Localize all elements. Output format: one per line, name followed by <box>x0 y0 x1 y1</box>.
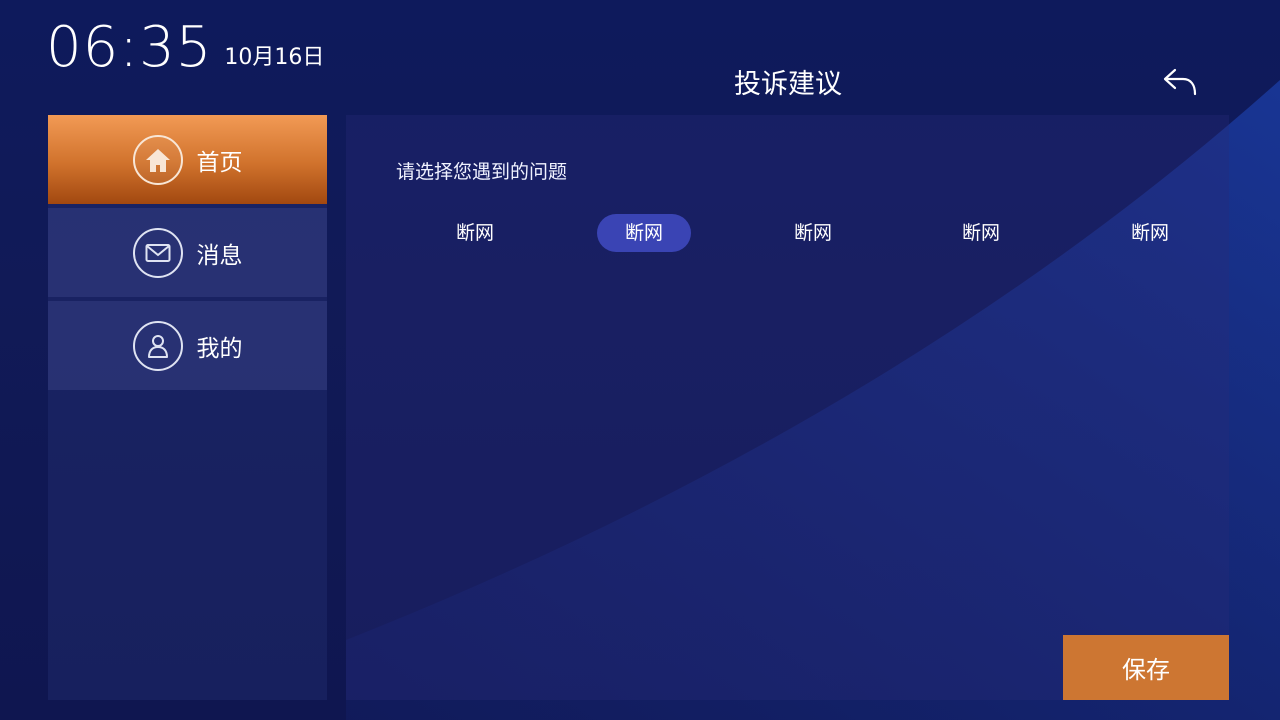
option-list: 断网 断网 断网 断网 断网 <box>346 214 1229 252</box>
option-item-selected[interactable]: 断网 <box>597 214 691 252</box>
sidebar-item-label: 首页 <box>196 149 243 176</box>
sidebar-item-mine[interactable]: 我的 <box>48 301 327 390</box>
clock: 06:35 10月16日 <box>46 16 324 80</box>
option-item[interactable]: 断网 <box>1103 214 1197 252</box>
clock-date: 10月16日 <box>224 45 325 70</box>
main-panel: 请选择您遇到的问题 断网 断网 断网 断网 断网 <box>346 115 1229 700</box>
option-item[interactable]: 断网 <box>766 214 860 252</box>
save-button[interactable]: 保存 <box>1063 635 1229 700</box>
sidebar-item-messages[interactable]: 消息 <box>48 208 327 297</box>
option-item[interactable]: 断网 <box>934 214 1028 252</box>
page-title: 投诉建议 <box>734 69 842 100</box>
clock-time: 06:35 <box>46 15 213 80</box>
sidebar-item-label: 消息 <box>196 242 243 269</box>
back-arrow-icon <box>1163 68 1197 96</box>
user-icon <box>132 320 183 371</box>
back-button[interactable] <box>1158 62 1202 102</box>
sidebar-item-home[interactable]: 首页 <box>48 115 327 204</box>
sidebar-item-label: 我的 <box>196 335 243 362</box>
question-prompt: 请选择您遇到的问题 <box>396 161 568 183</box>
option-item[interactable]: 断网 <box>428 214 522 252</box>
home-icon <box>132 134 183 185</box>
mail-icon <box>132 227 183 278</box>
sidebar: 首页 消息 我的 <box>48 115 327 700</box>
